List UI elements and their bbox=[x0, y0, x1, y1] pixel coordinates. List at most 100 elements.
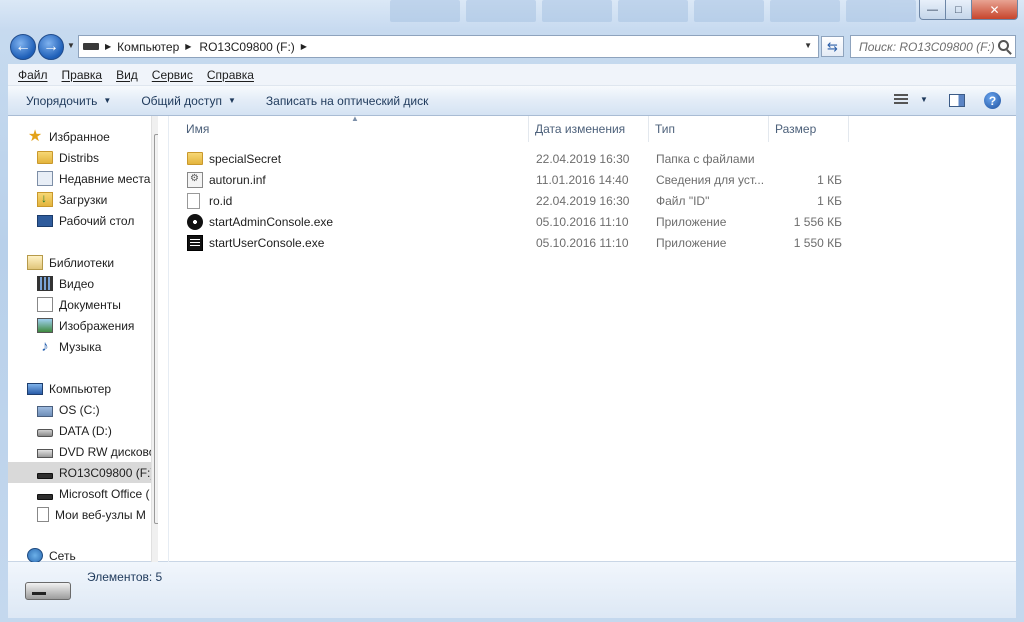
sidebar-group-libraries[interactable]: Библиотеки bbox=[8, 252, 158, 273]
sidebar-item-documents[interactable]: Документы bbox=[8, 294, 158, 315]
search-placeholder: Поиск: RO13C09800 (F:) bbox=[859, 39, 995, 54]
file-date: 05.10.2016 11:10 bbox=[536, 214, 629, 229]
sidebar-item-label: Microsoft Office ( bbox=[59, 486, 150, 501]
forward-button[interactable]: → bbox=[38, 34, 64, 60]
video-icon bbox=[37, 276, 53, 291]
sidebar-group-network[interactable]: Сеть bbox=[8, 545, 158, 562]
file-name-cell: specialSecret bbox=[187, 148, 527, 169]
sidebar-item-music[interactable]: ♪ Музыка bbox=[8, 336, 158, 357]
column-header-name[interactable]: Имя ▲ bbox=[169, 114, 529, 142]
breadcrumb-computer[interactable]: Компьютер ▶ bbox=[117, 40, 191, 54]
sidebar-item-label: Изображения bbox=[59, 318, 135, 333]
web-folders-icon bbox=[37, 507, 49, 522]
sidebar-item-label: DATA (D:) bbox=[59, 423, 112, 438]
recent-pages-dropdown[interactable]: ▼ bbox=[67, 41, 75, 50]
menu-view[interactable]: Вид bbox=[116, 68, 138, 82]
sidebar-item-desktop[interactable]: Рабочий стол bbox=[8, 210, 158, 231]
column-header-size[interactable]: Размер bbox=[769, 116, 849, 142]
sidebar-item-websites[interactable]: Мои веб-узлы M bbox=[8, 504, 158, 525]
sidebar-item-downloads[interactable]: Загрузки bbox=[8, 189, 158, 210]
file-type: Приложение bbox=[656, 235, 727, 250]
close-button[interactable]: ✕ bbox=[972, 0, 1018, 20]
menu-file[interactable]: Файл bbox=[18, 68, 48, 82]
preview-pane-icon[interactable] bbox=[949, 94, 965, 107]
view-dropdown[interactable]: ▼ bbox=[920, 95, 928, 104]
table-row[interactable]: ro.id 22.04.2019 16:30 Файл "ID" 1 КБ bbox=[169, 190, 1016, 211]
sidebar-item-office[interactable]: Microsoft Office ( bbox=[8, 483, 158, 504]
maximize-button[interactable]: □ bbox=[946, 0, 972, 20]
chevron-right-icon[interactable]: ▶ bbox=[185, 42, 191, 51]
sidebar-item-recent[interactable]: Недавние места bbox=[8, 168, 158, 189]
sidebar-item-dvd[interactable]: DVD RW дисково bbox=[8, 441, 158, 462]
menu-help[interactable]: Справка bbox=[207, 68, 254, 82]
help-icon[interactable]: ? bbox=[984, 92, 1001, 109]
network-icon bbox=[27, 548, 43, 562]
sidebar-item-distribs[interactable]: Distribs bbox=[8, 147, 158, 168]
minimize-button[interactable]: — bbox=[919, 0, 946, 20]
column-header-date[interactable]: Дата изменения bbox=[529, 116, 649, 142]
address-bar[interactable]: ▶ Компьютер ▶ RO13C09800 (F:) ▶ ▼ bbox=[78, 35, 819, 58]
table-row[interactable]: startAdminConsole.exe 05.10.2016 11:10 П… bbox=[169, 211, 1016, 232]
column-header-type[interactable]: Тип bbox=[649, 116, 769, 142]
sidebar-item-drive-f[interactable]: RO13C09800 (F:) bbox=[8, 462, 158, 483]
organize-label: Упорядочить bbox=[26, 93, 98, 108]
back-button[interactable]: ← bbox=[10, 34, 36, 60]
table-row[interactable]: autorun.inf 11.01.2016 14:40 Сведения дл… bbox=[169, 169, 1016, 190]
file-size: 1 КБ bbox=[817, 193, 842, 208]
scroll-down-icon[interactable]: ▼ bbox=[152, 545, 158, 562]
window-controls: — □ ✕ bbox=[919, 0, 1018, 20]
file-type: Сведения для уст... bbox=[656, 172, 765, 187]
address-dropdown[interactable]: ▼ bbox=[804, 41, 812, 50]
sidebar-scrollbar[interactable]: ▲ ▼ bbox=[151, 116, 158, 562]
sort-ascending-icon: ▲ bbox=[351, 114, 359, 123]
sidebar-item-label: Мои веб-узлы M bbox=[55, 507, 146, 522]
file-type: Файл "ID" bbox=[656, 193, 710, 208]
details-pane: Элементов: 5 bbox=[8, 562, 1016, 618]
file-name: startUserConsole.exe bbox=[209, 235, 325, 250]
file-name-cell: ro.id bbox=[187, 190, 527, 211]
main-area: ★ Избранное Distribs Недавние места Загр… bbox=[8, 114, 1016, 562]
file-list: Имя ▲ Дата изменения Тип Размер specialS… bbox=[169, 114, 1016, 562]
forward-arrow-icon: → bbox=[43, 38, 59, 55]
sidebar-group-label: Избранное bbox=[49, 129, 110, 144]
computer-icon bbox=[27, 382, 43, 395]
file-name: startAdminConsole.exe bbox=[209, 214, 334, 229]
sidebar-group-computer[interactable]: Компьютер bbox=[8, 378, 158, 399]
sidebar-item-drive-c[interactable]: OS (C:) bbox=[8, 399, 158, 420]
search-input[interactable]: Поиск: RO13C09800 (F:) bbox=[850, 35, 1016, 58]
table-row[interactable]: specialSecret 22.04.2019 16:30 Папка с ф… bbox=[169, 148, 1016, 169]
sidebar-item-video[interactable]: Видео bbox=[8, 273, 158, 294]
organize-button[interactable]: Упорядочить ▼ bbox=[26, 94, 111, 108]
sidebar-item-label: Рабочий стол bbox=[59, 213, 135, 228]
menu-edit[interactable]: Правка bbox=[62, 68, 103, 82]
sidebar-item-label: RO13C09800 (F:) bbox=[59, 465, 155, 480]
view-options-icon[interactable] bbox=[894, 94, 908, 106]
background-windows bbox=[390, 0, 916, 24]
libraries-icon bbox=[27, 255, 43, 270]
pictures-icon bbox=[37, 318, 53, 333]
documents-icon bbox=[37, 297, 53, 312]
scrollbar-thumb[interactable] bbox=[154, 134, 158, 524]
breadcrumb-drive[interactable]: RO13C09800 (F:) ▶ bbox=[199, 40, 307, 54]
file-date: 05.10.2016 11:10 bbox=[536, 235, 629, 250]
table-row[interactable]: startUserConsole.exe 05.10.2016 11:10 Пр… bbox=[169, 232, 1016, 253]
back-arrow-icon: ← bbox=[15, 38, 31, 55]
dvd-drive-icon bbox=[37, 449, 53, 458]
file-size: 1 550 КБ bbox=[793, 235, 842, 250]
item-count: Элементов: 5 bbox=[87, 570, 163, 584]
burn-button[interactable]: Записать на оптический диск bbox=[266, 94, 429, 108]
refresh-button[interactable]: ⇆ bbox=[821, 36, 844, 57]
menu-bar: Файл Правка Вид Сервис Справка bbox=[8, 64, 1016, 86]
chevron-right-icon[interactable]: ▶ bbox=[301, 42, 307, 51]
sidebar-group-favorites[interactable]: ★ Избранное bbox=[8, 126, 158, 147]
scroll-up-icon[interactable]: ▲ bbox=[152, 116, 158, 133]
sidebar-item-drive-d[interactable]: DATA (D:) bbox=[8, 420, 158, 441]
sidebar-item-label: Недавние места bbox=[59, 171, 151, 186]
refresh-icon: ⇆ bbox=[827, 38, 838, 54]
chevron-right-icon[interactable]: ▶ bbox=[105, 42, 111, 51]
search-icon bbox=[998, 40, 1009, 51]
share-button[interactable]: Общий доступ ▼ bbox=[141, 94, 236, 108]
sidebar-item-images[interactable]: Изображения bbox=[8, 315, 158, 336]
sidebar-item-label: Видео bbox=[59, 276, 95, 291]
menu-tools[interactable]: Сервис bbox=[152, 68, 193, 82]
